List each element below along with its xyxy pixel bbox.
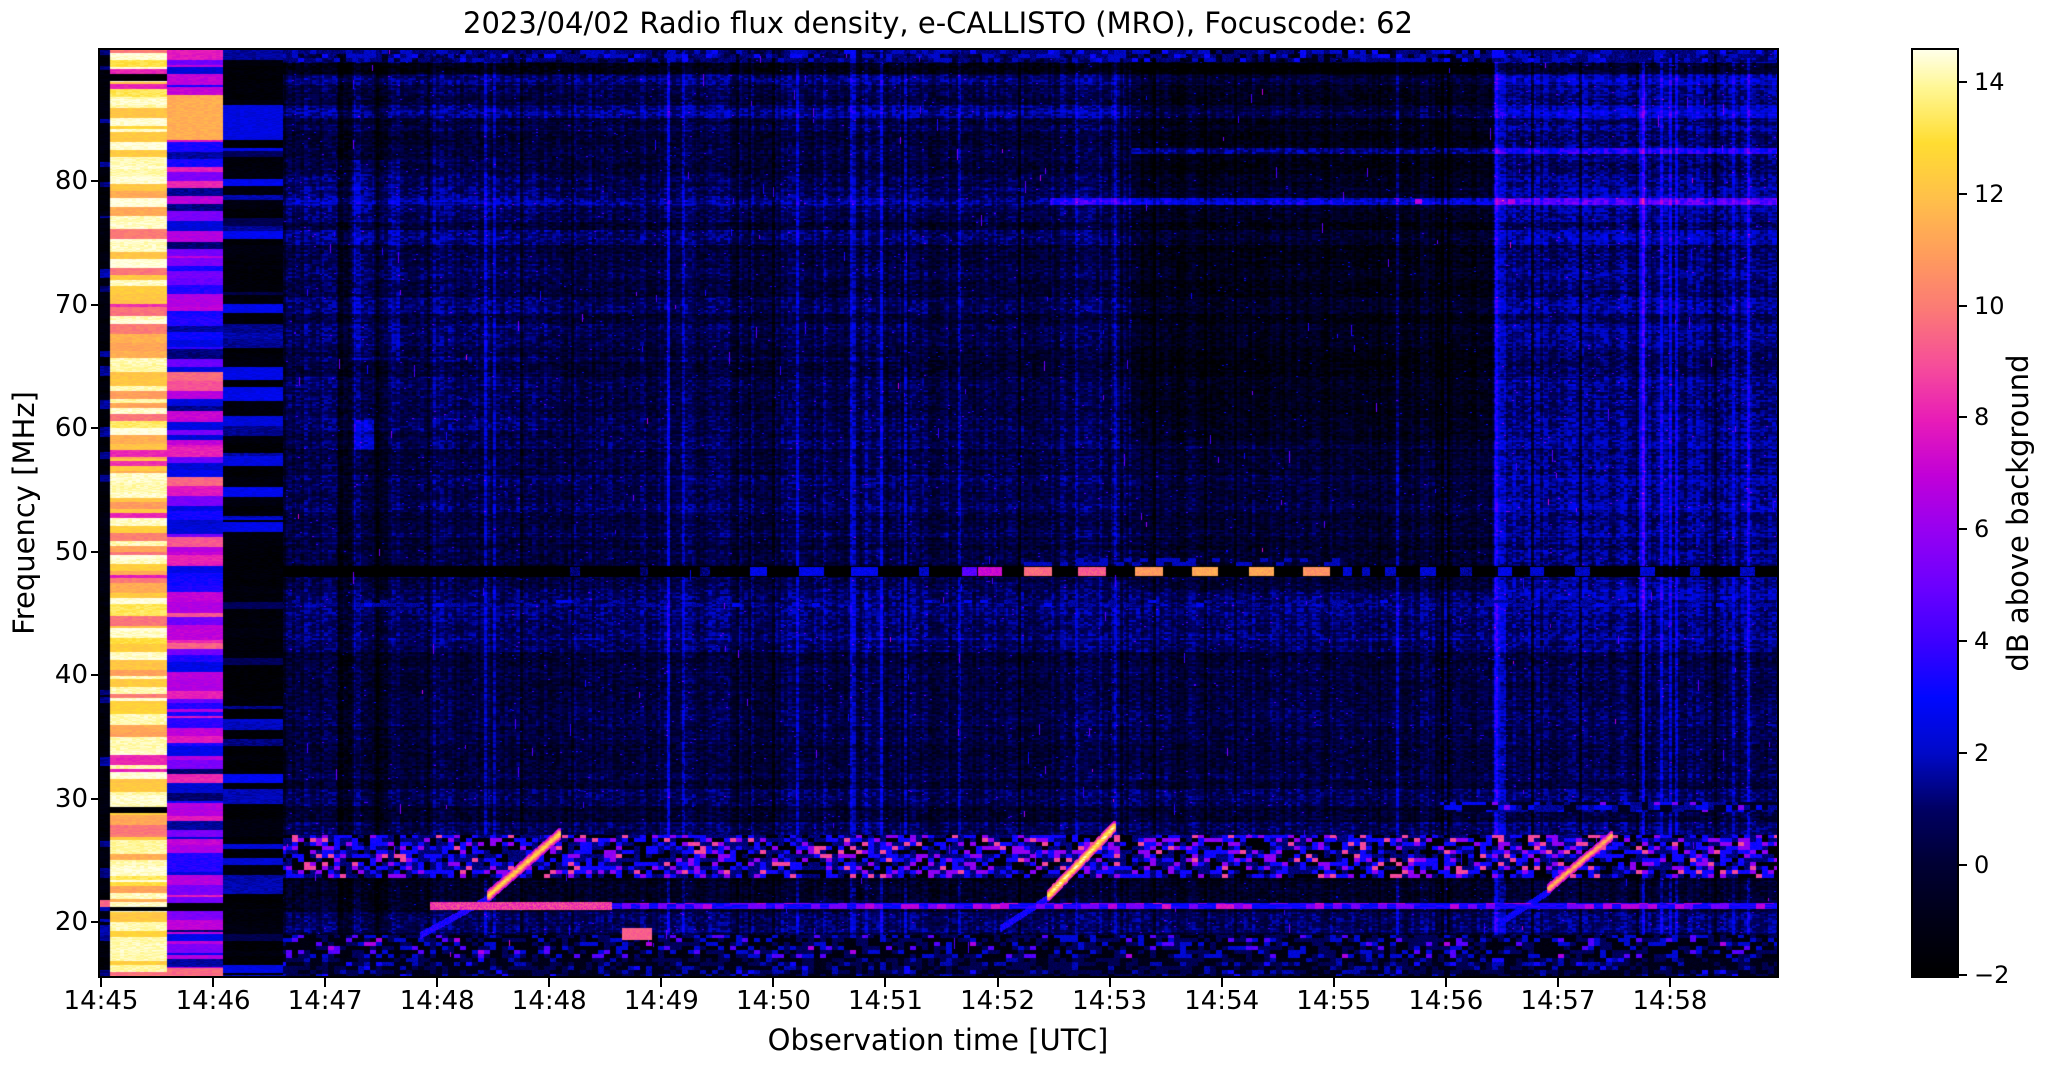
y-tick-label: 60: [54, 413, 88, 443]
colorbar-tick-mark: [1959, 864, 1967, 866]
colorbar-tick-label: 0: [1974, 851, 1990, 879]
x-tick-label: 14:54: [1184, 986, 1260, 1016]
x-tick-label: 14:57: [1520, 986, 1596, 1016]
y-tick-mark: [91, 797, 100, 800]
colorbar-tick-mark: [1959, 416, 1967, 418]
y-tick-label: 50: [54, 536, 88, 567]
x-tick-label: 14:47: [287, 986, 363, 1016]
colorbar-label: dB above background: [2001, 354, 2035, 672]
y-tick-mark: [91, 674, 100, 676]
x-tick-label: 14:46: [175, 986, 251, 1016]
colorbar-tick-mark: [1959, 193, 1967, 195]
x-tick-label: 14:48: [399, 986, 475, 1016]
y-tick-label: 30: [54, 783, 88, 814]
colorbar-tick-mark: [1959, 528, 1967, 530]
y-tick-mark: [91, 303, 100, 306]
x-tick-label: 14:52: [960, 986, 1036, 1016]
y-tick-label: 80: [54, 166, 88, 196]
y-tick-mark: [91, 180, 100, 182]
y-axis-label: Frequency [MHz]: [7, 391, 41, 635]
colorbar-tick-label: 10: [1974, 292, 2005, 320]
x-tick-label: 14:56: [1408, 986, 1484, 1016]
colorbar-tick-label: 14: [1974, 68, 2005, 96]
y-tick-mark: [91, 550, 100, 553]
colorbar-tick-label: 4: [1974, 627, 1990, 655]
chart-title: 2023/04/02 Radio flux density, e-CALLIST…: [462, 6, 1414, 40]
colorbar-tick-mark: [1959, 752, 1967, 754]
y-tick-mark: [91, 427, 100, 429]
y-tick-mark: [91, 921, 100, 923]
colorbar-tick-mark: [1959, 305, 1967, 307]
colorbar-tick-mark: [1959, 640, 1967, 642]
y-tick-label: 70: [54, 289, 88, 320]
colorbar-tick-mark: [1959, 81, 1967, 83]
y-tick-label: 40: [54, 660, 88, 690]
colorbar-tick-label: −2: [1974, 961, 2010, 989]
x-tick-label: 14:50: [735, 986, 811, 1016]
colorbar-tick-label: 6: [1974, 515, 1990, 543]
figure-root: { "title": "2023/04/02 Radio flux densit…: [0, 0, 2047, 1067]
x-tick-label: 14:51: [848, 986, 923, 1016]
x-tick-label: 14:53: [1072, 986, 1148, 1016]
x-tick-label: 14:45: [63, 986, 139, 1016]
x-tick-label: 14:58: [1632, 986, 1708, 1016]
colorbar-tick-label: 12: [1974, 180, 2005, 208]
x-tick-label: 14:49: [623, 986, 699, 1016]
colorbar-tick-label: 8: [1974, 403, 1990, 431]
colorbar-gradient: [1913, 50, 1957, 976]
spectrogram-canvas: [100, 50, 1777, 976]
colorbar-tick-label: 2: [1974, 739, 1990, 767]
y-tick-label: 20: [54, 907, 88, 937]
x-tick-label: 14:48: [511, 986, 587, 1016]
x-tick-label: 14:55: [1296, 986, 1372, 1016]
x-axis-label: Observation time [UTC]: [767, 1023, 1109, 1057]
colorbar-tick-mark: [1959, 974, 1967, 976]
